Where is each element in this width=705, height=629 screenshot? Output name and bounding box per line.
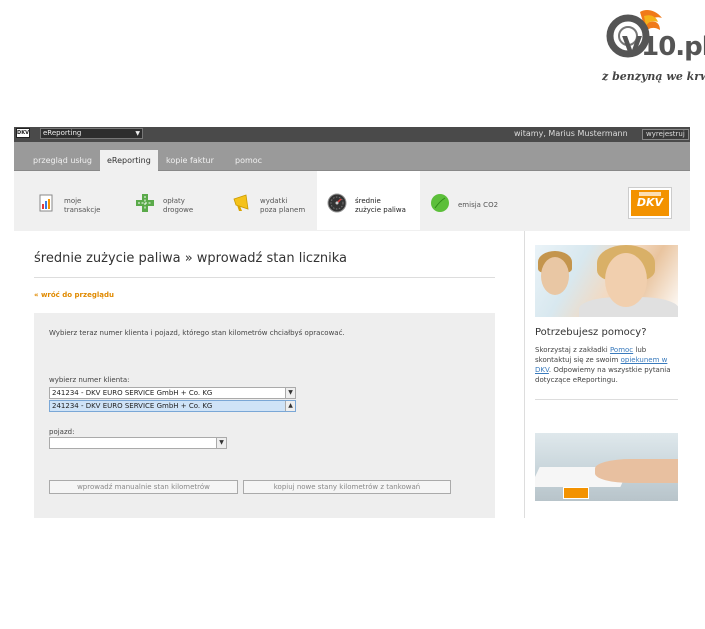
form-intro: Wybierz teraz numer klienta i pojazd, kt… xyxy=(49,329,345,337)
help-text-part: Skorzystaj z zakładki xyxy=(535,346,610,354)
client-option-value: 241234 - DKV EURO SERVICE GmbH + Co. KG xyxy=(52,402,213,410)
help-text: Skorzystaj z zakładki Pomoc lub skontakt… xyxy=(535,345,681,385)
subnav-label-2: transakcje xyxy=(64,206,101,214)
manual-odometer-button[interactable]: wprowadź manualnie stan kilometrów xyxy=(49,480,238,494)
breadcrumb-separator: » xyxy=(180,251,197,266)
subnav-item-tolls[interactable]: opłaty drogowe xyxy=(129,171,219,230)
page-title: średnie zużycie paliwa » wprowadź stan l… xyxy=(34,251,347,266)
form-panel: Wybierz teraz numer klienta i pojazd, kt… xyxy=(34,313,495,518)
chevron-down-icon: ▼ xyxy=(285,388,295,398)
sub-nav: moje transakcje opłaty drogowe wydatki p… xyxy=(14,171,690,230)
client-select-value: 241234 - DKV EURO SERVICE GmbH + Co. KG xyxy=(52,389,213,397)
tab-przeglad-uslug[interactable]: przegląd usług xyxy=(33,150,92,171)
tab-ereporting[interactable]: eReporting xyxy=(100,150,158,171)
chevron-down-icon: ▼ xyxy=(135,130,140,137)
help-link-pomoc[interactable]: Pomoc xyxy=(610,346,633,354)
leaf-icon xyxy=(431,194,449,212)
dkv-logo: DKV xyxy=(628,187,672,219)
dkv-mini-logo: DKV xyxy=(16,128,30,138)
scroll-up-icon[interactable]: ▲ xyxy=(285,401,295,411)
support-photo xyxy=(535,245,678,317)
page: V10.pl z benzyną we krwi DKV eReporting … xyxy=(0,0,705,629)
breadcrumb-section[interactable]: średnie zużycie paliwa xyxy=(34,251,181,266)
help-title: Potrzebujesz pomocy? xyxy=(535,327,647,338)
subnav-item-co2[interactable]: emisja CO2 xyxy=(426,171,516,230)
client-option[interactable]: 241234 - DKV EURO SERVICE GmbH + Co. KG … xyxy=(49,400,296,412)
subnav-label-1: moje xyxy=(64,197,82,205)
client-select[interactable]: 241234 - DKV EURO SERVICE GmbH + Co. KG … xyxy=(49,387,296,399)
logout-button[interactable]: wyrejestruj xyxy=(642,129,689,140)
subnav-item-fuel-consumption[interactable]: średnie zużycie paliwa xyxy=(317,171,420,230)
keyboard-photo xyxy=(535,433,678,501)
welcome-text: witamy, Marius Mustermann xyxy=(514,129,628,138)
logo-brand: V10.pl xyxy=(622,32,705,62)
app-window: DKV eReporting ▼ witamy, Marius Musterma… xyxy=(14,127,690,518)
back-link[interactable]: « wróć do przeglądu xyxy=(34,291,114,299)
logo-slogan: z benzyną we krwi xyxy=(602,70,705,83)
breadcrumb-current: wprowadź stan licznika xyxy=(196,251,348,266)
road-cross-icon xyxy=(136,194,154,212)
help-text-part: . Odpowiemy na wszystkie pytania dotyczą… xyxy=(535,366,671,384)
gauge-icon xyxy=(327,193,347,213)
subnav-label-1: wydatki xyxy=(260,197,288,205)
dkv-logo-text: DKV xyxy=(631,190,669,216)
app-selector-value: eReporting xyxy=(43,129,82,137)
divider xyxy=(34,277,495,278)
chevron-down-icon: ▼ xyxy=(216,438,226,448)
copy-odometer-button[interactable]: kopiuj nowe stany kilometrów z tankowań xyxy=(243,480,451,494)
help-sidebar: Potrzebujesz pomocy? Skorzystaj z zakład… xyxy=(524,231,690,518)
main-nav: przegląd usług eReporting kopie faktur p… xyxy=(14,142,690,171)
v10-logo: V10.pl z benzyną we krwi xyxy=(600,8,705,88)
subnav-label-2: zużycie paliwa xyxy=(355,206,406,214)
top-bar: DKV eReporting ▼ witamy, Marius Musterma… xyxy=(14,127,690,142)
subnav-item-transactions[interactable]: moje transakcje xyxy=(30,171,120,230)
main-content: średnie zużycie paliwa » wprowadź stan l… xyxy=(14,231,524,518)
subnav-label-1: opłaty xyxy=(163,197,185,205)
subnav-label-1: emisja CO2 xyxy=(458,201,499,209)
subnav-label-2: poza planem xyxy=(260,206,306,214)
subnav-item-expenses[interactable]: wydatki poza planem xyxy=(226,171,321,230)
subnav-label-2: drogowe xyxy=(163,206,194,214)
megaphone-icon xyxy=(233,194,249,211)
subnav-label-1: średnie xyxy=(355,197,381,205)
client-label: wybierz numer klienta: xyxy=(49,376,130,384)
tab-kopie-faktur[interactable]: kopie faktur xyxy=(166,150,214,171)
tab-pomoc[interactable]: pomoc xyxy=(235,150,262,171)
vehicle-select[interactable]: ▼ xyxy=(49,437,227,449)
vehicle-label: pojazd: xyxy=(49,428,75,436)
app-selector[interactable]: eReporting ▼ xyxy=(40,128,143,139)
document-chart-icon xyxy=(39,194,53,212)
sidebar-divider xyxy=(535,399,678,400)
